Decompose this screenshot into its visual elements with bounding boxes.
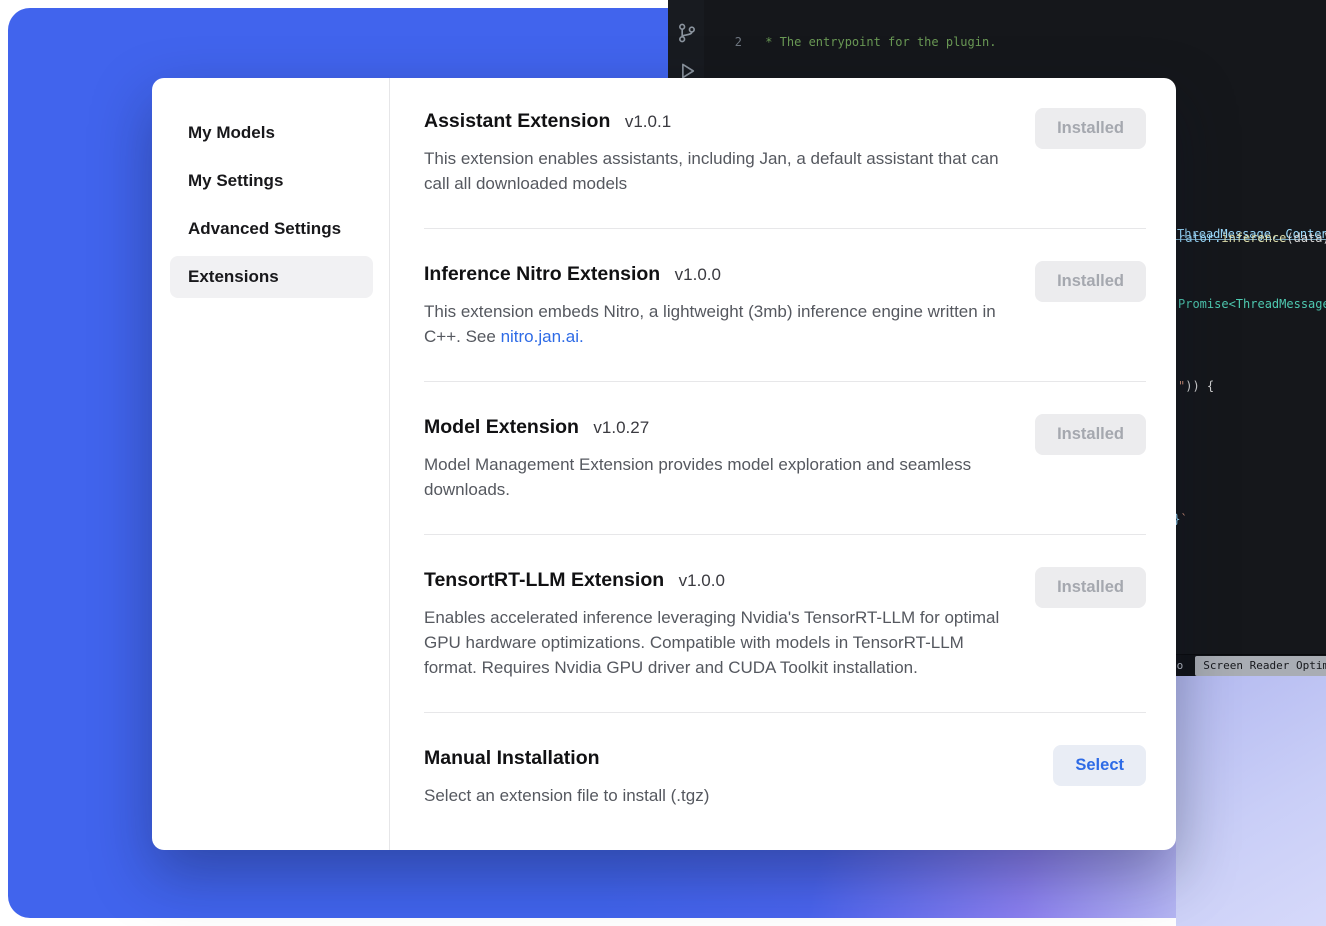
extension-name: TensortRT-LLM Extension: [424, 569, 664, 591]
code-fragment: Promise<ThreadMessage>: [1178, 296, 1326, 312]
description-text: Select an extension file to install (.tg…: [424, 786, 709, 805]
extension-row-model: Model Extension v1.0.27 Model Management…: [424, 414, 1146, 502]
manual-installation-title: Manual Installation: [424, 747, 600, 769]
nitro-jan-ai-link[interactable]: nitro.jan.ai.: [501, 327, 584, 346]
extension-title-line: Assistant Extension v1.0.1: [424, 108, 1009, 136]
code-token: (data));: [1286, 231, 1326, 245]
extension-info: Model Extension v1.0.27 Model Management…: [424, 414, 1009, 502]
divider: [424, 712, 1146, 713]
code-token: `: [1180, 512, 1187, 526]
settings-modal: My Models My Settings Advanced Settings …: [152, 78, 1176, 850]
extension-title-line: Inference Nitro Extension v1.0.0: [424, 261, 1009, 289]
extension-version: v1.0.0: [675, 265, 721, 284]
source-control-icon[interactable]: [676, 22, 698, 44]
code-fragment: rator.inference(data));: [1178, 230, 1326, 246]
extension-name: Assistant Extension: [424, 110, 610, 132]
code-token: )) {: [1185, 379, 1214, 393]
extension-description: This extension enables assistants, inclu…: [424, 146, 1009, 196]
desktop-wallpaper-corner: [1176, 676, 1326, 926]
extensions-list: Assistant Extension v1.0.1 This extensio…: [390, 78, 1176, 850]
code-token: Promise<ThreadMessage>: [1178, 297, 1326, 311]
extension-description: This extension embeds Nitro, a lightweig…: [424, 299, 1009, 349]
installed-button[interactable]: Installed: [1035, 261, 1146, 302]
description-text: This extension enables assistants, inclu…: [424, 149, 999, 193]
code-token: inference: [1221, 231, 1286, 245]
installed-button[interactable]: Installed: [1035, 567, 1146, 608]
extension-version: v1.0.0: [679, 571, 725, 590]
sidebar-item-extensions[interactable]: Extensions: [170, 256, 373, 298]
extension-info: TensortRT-LLM Extension v1.0.0 Enables a…: [424, 567, 1009, 680]
select-file-button[interactable]: Select: [1053, 745, 1146, 786]
extension-name: Model Extension: [424, 416, 579, 438]
divider: [424, 228, 1146, 229]
extension-version: v1.0.1: [625, 112, 671, 131]
code-fragment: ")) {: [1178, 378, 1214, 394]
screen-reader-chip[interactable]: Screen Reader Optimize: [1195, 656, 1326, 676]
code-token: * The entrypoint for the plugin.: [742, 34, 996, 50]
installed-button[interactable]: Installed: [1035, 108, 1146, 149]
extension-version: v1.0.27: [593, 418, 649, 437]
description-text: Enables accelerated inference leveraging…: [424, 608, 999, 677]
extension-row-tensorrt-llm: TensortRT-LLM Extension v1.0.0 Enables a…: [424, 567, 1146, 680]
sidebar-item-my-settings[interactable]: My Settings: [170, 160, 373, 202]
extension-info: Manual Installation Select an extension …: [424, 745, 709, 808]
code-token: rator.: [1178, 231, 1221, 245]
description-text: Model Management Extension provides mode…: [424, 455, 971, 499]
extension-row-assistant: Assistant Extension v1.0.1 This extensio…: [424, 108, 1146, 196]
extension-title-line: Model Extension v1.0.27: [424, 414, 1009, 442]
divider: [424, 381, 1146, 382]
extension-description: Enables accelerated inference leveraging…: [424, 605, 1009, 680]
extension-info: Assistant Extension v1.0.1 This extensio…: [424, 108, 1009, 196]
extension-title-line: TensortRT-LLM Extension v1.0.0: [424, 567, 1009, 595]
manual-installation-row: Manual Installation Select an extension …: [424, 745, 1146, 808]
installed-button[interactable]: Installed: [1035, 414, 1146, 455]
code-line: 2 * The entrypoint for the plugin.: [704, 34, 1326, 50]
divider: [424, 534, 1146, 535]
sidebar-item-my-models[interactable]: My Models: [170, 112, 373, 154]
settings-sidebar: My Models My Settings Advanced Settings …: [152, 78, 390, 850]
sidebar-item-advanced-settings[interactable]: Advanced Settings: [170, 208, 373, 250]
manual-installation-description: Select an extension file to install (.tg…: [424, 783, 709, 808]
extension-name: Inference Nitro Extension: [424, 263, 660, 285]
extension-info: Inference Nitro Extension v1.0.0 This ex…: [424, 261, 1009, 349]
extension-row-inference-nitro: Inference Nitro Extension v1.0.0 This ex…: [424, 261, 1146, 349]
line-number: 2: [704, 34, 742, 50]
extension-description: Model Management Extension provides mode…: [424, 452, 1009, 502]
extension-title-line: Manual Installation: [424, 745, 709, 773]
